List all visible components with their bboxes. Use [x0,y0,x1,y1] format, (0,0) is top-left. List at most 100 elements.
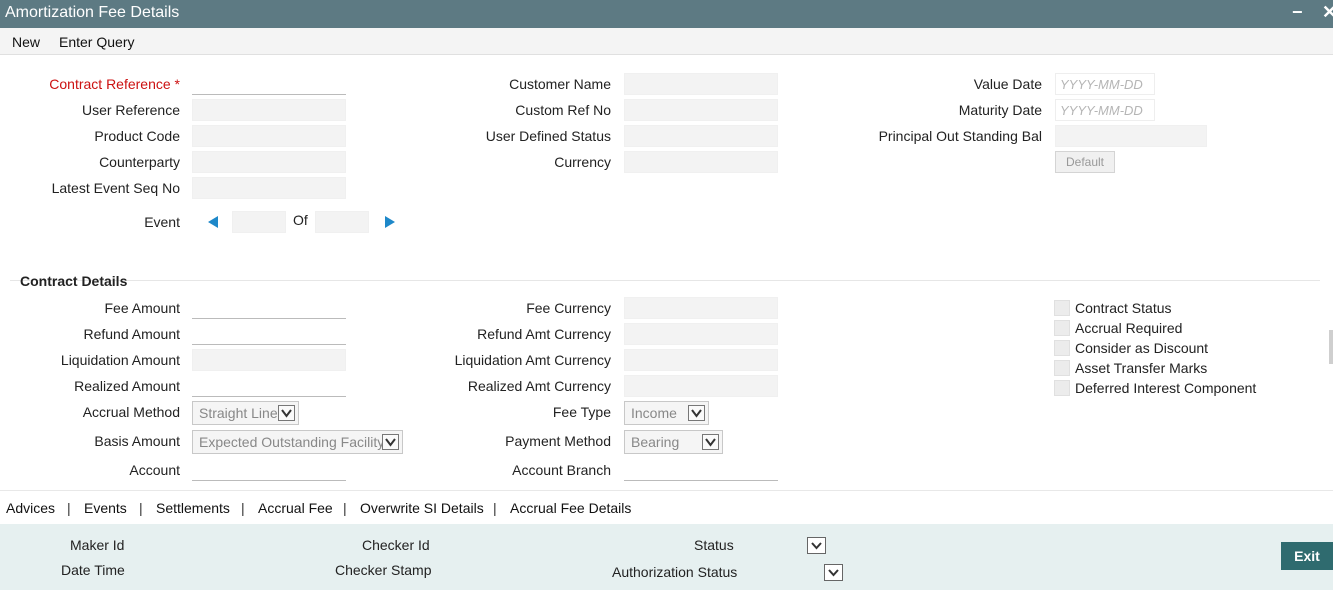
counterparty-label: Counterparty [99,154,180,170]
fee-amount-input[interactable] [192,297,346,319]
liquidation-amt-currency-label: Liquidation Amt Currency [454,352,611,368]
authorization-status-dropdown[interactable] [824,564,843,581]
latest-event-seq-no-label: Latest Event Seq No [51,180,180,196]
refund-amt-currency-input[interactable] [624,323,778,345]
menu-bar: New Enter Query [0,28,1333,55]
window-titlebar: Amortization Fee Details − ✕ [0,0,1333,28]
account-input[interactable] [192,459,346,481]
basis-amount-select[interactable]: Expected Outstanding Facility [192,430,403,454]
tab-separator: | [67,500,71,516]
chevron-down-icon[interactable] [702,434,719,450]
value-date-label: Value Date [973,76,1042,92]
accrual-method-value: Straight Line [199,405,278,421]
currency-input[interactable] [624,151,778,173]
accrual-required-checkbox[interactable] [1054,320,1070,336]
accrual-method-select[interactable]: Straight Line [192,401,299,425]
event-label: Event [144,214,180,230]
counterparty-input[interactable] [192,151,346,173]
tab-accrual-fee[interactable]: Accrual Fee [258,500,333,516]
liquidation-amt-currency-input[interactable] [624,349,778,371]
principal-outstanding-bal-label: Principal Out Standing Bal [878,128,1042,144]
consider-as-discount-checkbox[interactable] [1054,340,1070,356]
refund-amount-label: Refund Amount [83,326,180,342]
product-code-input[interactable] [192,125,346,147]
user-reference-input[interactable] [192,99,346,121]
fee-type-select[interactable]: Income [624,401,709,425]
payment-method-label: Payment Method [505,433,611,449]
exit-button[interactable]: Exit [1281,542,1333,570]
consider-as-discount-label: Consider as Discount [1075,340,1209,356]
maturity-date-input[interactable]: YYYY-MM-DD [1055,99,1155,121]
close-icon[interactable]: ✕ [1322,2,1333,23]
fee-amount-label: Fee Amount [104,300,181,316]
account-label: Account [129,462,180,478]
tab-advices[interactable]: Advices [6,500,55,516]
tab-separator: | [343,500,347,516]
user-defined-status-label: User Defined Status [485,128,611,144]
user-defined-status-input[interactable] [624,125,778,147]
checker-stamp-label: Checker Stamp [335,562,432,578]
account-branch-input[interactable] [624,459,778,481]
chevron-down-icon[interactable] [278,405,295,421]
contract-reference-input[interactable] [192,73,346,95]
fee-type-label: Fee Type [552,404,611,420]
latest-event-seq-no-input[interactable] [192,177,346,199]
tab-separator: | [241,500,245,516]
tab-separator: | [139,500,143,516]
accrual-required-label: Accrual Required [1075,320,1183,336]
asset-transfer-marks-checkbox[interactable] [1054,360,1070,376]
value-date-input[interactable]: YYYY-MM-DD [1055,73,1155,95]
account-branch-label: Account Branch [512,462,611,478]
scrollbar-thumb[interactable] [1329,330,1333,364]
section-divider [10,280,1320,281]
customer-name-input[interactable] [624,73,778,95]
chevron-down-icon[interactable] [688,405,705,421]
chevron-down-icon[interactable] [382,434,399,450]
contract-reference-label: Contract Reference * [49,76,180,92]
event-current-input[interactable] [232,211,286,233]
audit-footer [0,524,1333,590]
fee-currency-input[interactable] [624,297,778,319]
vertical-scrollbar[interactable] [1327,280,1333,475]
realized-amt-currency-input[interactable] [624,375,778,397]
menu-enter-query[interactable]: Enter Query [59,34,134,50]
window-title: Amortization Fee Details [5,4,180,21]
default-button[interactable]: Default [1055,151,1115,173]
liquidation-amount-input[interactable] [192,349,346,371]
event-total-input[interactable] [315,211,369,233]
refund-amount-input[interactable] [192,323,346,345]
payment-method-select[interactable]: Bearing [624,430,723,454]
basis-amount-label: Basis Amount [94,433,180,449]
date-time-label: Date Time [61,562,125,578]
customer-name-label: Customer Name [509,76,611,92]
subsystem-tabs: Advices | Events | Settlements | Accrual… [0,490,1333,524]
basis-amount-value: Expected Outstanding Facility [199,434,385,450]
authorization-status-label: Authorization Status [612,564,738,580]
tab-accrual-fee-details[interactable]: Accrual Fee Details [510,500,631,516]
contract-details-title: Contract Details [20,273,128,289]
status-label: Status [694,537,734,553]
custom-ref-no-input[interactable] [624,99,778,121]
next-event-icon[interactable] [383,215,397,229]
liquidation-amount-label: Liquidation Amount [60,352,180,368]
minimize-icon[interactable]: − [1292,2,1303,23]
user-reference-label: User Reference [81,102,180,118]
checker-id-label: Checker Id [362,537,430,553]
status-dropdown[interactable] [807,537,826,554]
contract-status-checkbox[interactable] [1054,300,1070,316]
event-of-label: Of [293,212,308,228]
asset-transfer-marks-label: Asset Transfer Marks [1075,360,1208,376]
menu-new[interactable]: New [12,34,40,50]
tab-settlements[interactable]: Settlements [156,500,230,516]
deferred-interest-component-checkbox[interactable] [1054,380,1070,396]
custom-ref-no-label: Custom Ref No [515,102,611,118]
realized-amt-currency-label: Realized Amt Currency [467,378,611,394]
realized-amount-input[interactable] [192,375,346,397]
refund-amt-currency-label: Refund Amt Currency [477,326,611,342]
tab-overwrite-si-details[interactable]: Overwrite SI Details [360,500,484,516]
principal-outstanding-bal-input[interactable] [1055,125,1207,147]
tab-events[interactable]: Events [84,500,127,516]
fee-currency-label: Fee Currency [526,300,611,316]
tab-separator: | [493,500,497,516]
prev-event-icon[interactable] [206,215,220,229]
